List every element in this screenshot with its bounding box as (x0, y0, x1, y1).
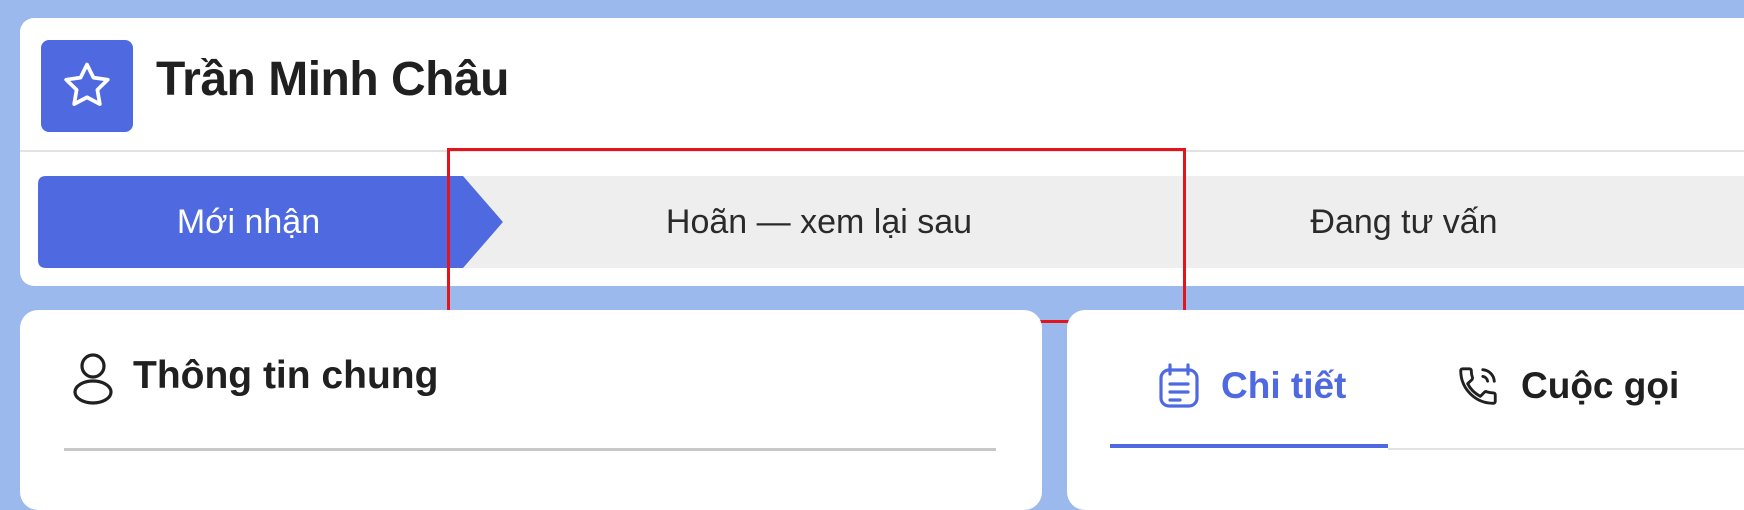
calendar-icon (1159, 363, 1199, 408)
stage-label: Mới nhận (176, 202, 321, 241)
highlight-box (447, 148, 1186, 323)
active-tab-indicator (1110, 444, 1388, 448)
star-icon (64, 62, 110, 106)
tab-calls[interactable]: Cuộc gọi (1455, 360, 1679, 412)
contact-name: Trần Minh Châu (156, 53, 510, 106)
tab-label: Cuộc gọi (1521, 365, 1680, 406)
stage-consulting[interactable]: Đang tư vấn (1135, 176, 1673, 268)
stage-new[interactable]: Mới nhận (38, 176, 503, 268)
general-info-title: Thông tin chung (133, 354, 439, 397)
section-divider (64, 448, 996, 451)
stage-label: Đang tư vấn (1310, 202, 1498, 241)
tab-bar-divider (1388, 448, 1744, 450)
tab-label: Chi tiết (1221, 365, 1347, 406)
contact-avatar[interactable] (41, 40, 133, 132)
phone-icon (1459, 367, 1497, 405)
tab-details[interactable]: Chi tiết (1157, 360, 1346, 412)
stage-next[interactable] (1633, 176, 1744, 268)
general-info-card (20, 310, 1042, 510)
user-icon (73, 353, 113, 405)
